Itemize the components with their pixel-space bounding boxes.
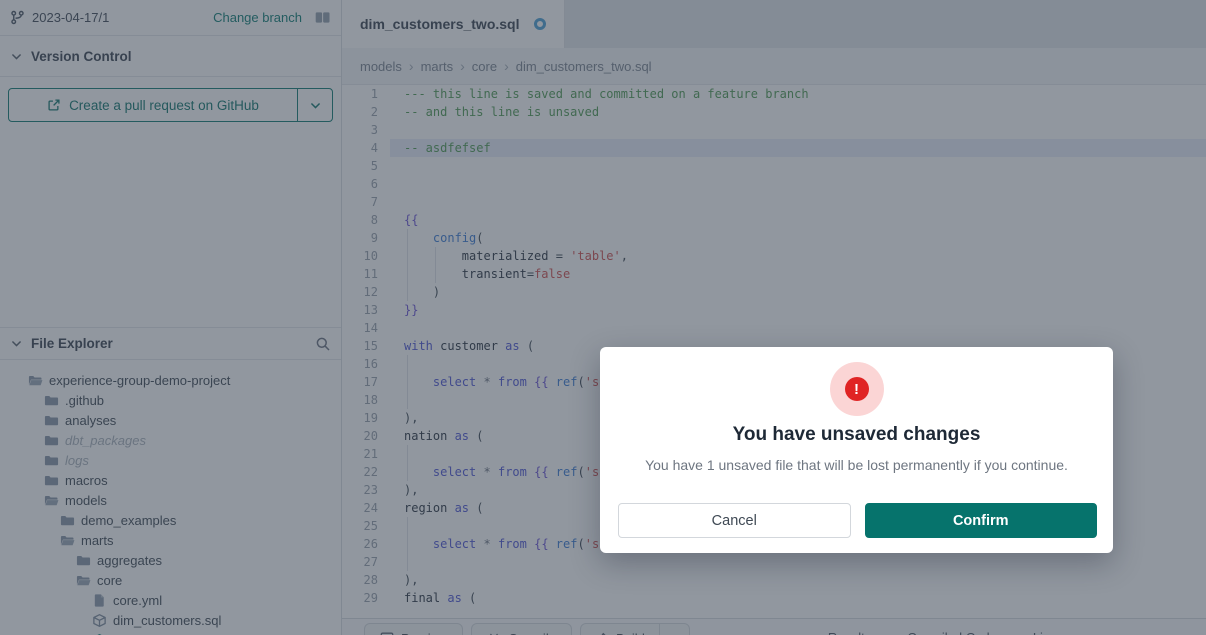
unsaved-changes-modal: ! You have unsaved changes You have 1 un… [600,347,1113,553]
alert-icon-circle: ! [830,362,884,416]
modal-title: You have unsaved changes [600,424,1113,446]
alert-exclamation-icon: ! [845,377,869,401]
dbt-ide-app: 2023-04-17/1 Change branch Version Contr… [0,0,1206,635]
modal-body-text: You have 1 unsaved file that will be los… [600,457,1113,473]
confirm-button[interactable]: Confirm [865,503,1098,538]
cancel-button[interactable]: Cancel [618,503,851,538]
